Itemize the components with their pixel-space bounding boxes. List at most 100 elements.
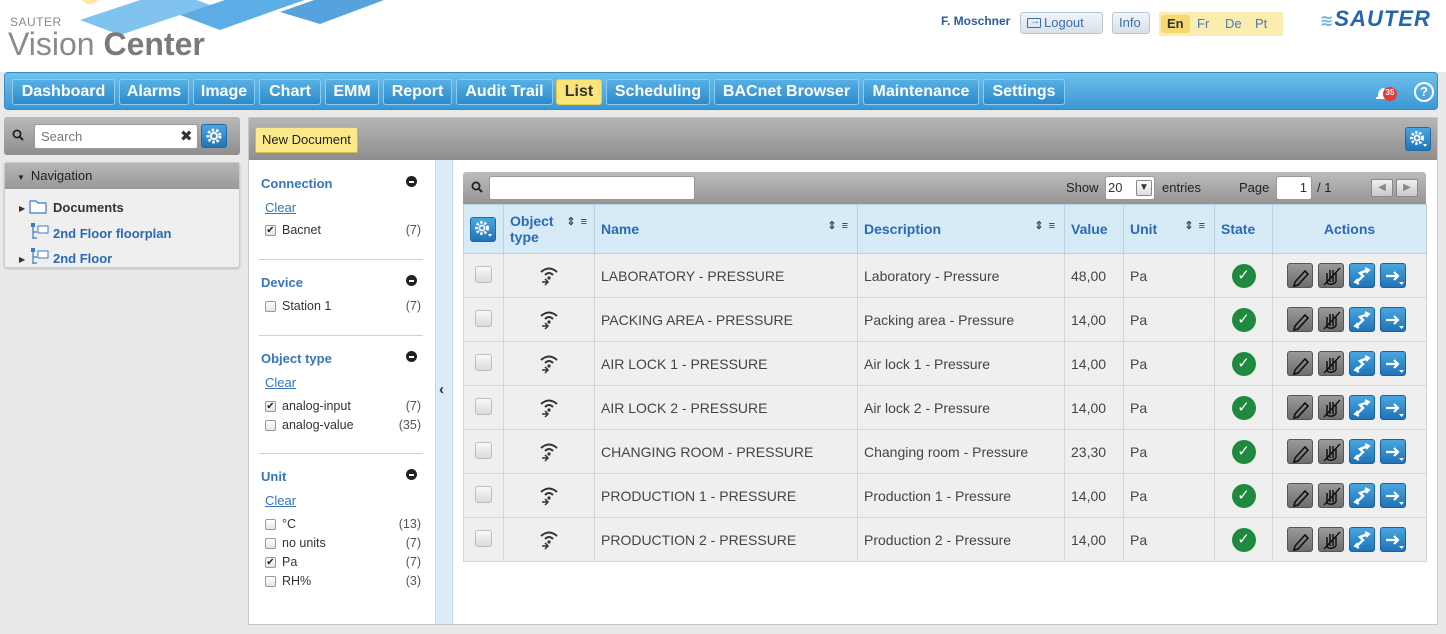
sort-icon[interactable]: ⇕ ≡ bbox=[827, 219, 849, 232]
trend-button[interactable] bbox=[1349, 483, 1375, 508]
main-settings-button[interactable] bbox=[1405, 127, 1431, 151]
collapse-icon[interactable] bbox=[406, 275, 417, 286]
row-checkbox[interactable] bbox=[475, 441, 492, 459]
lang-de[interactable]: De bbox=[1219, 15, 1248, 33]
trend-button[interactable] bbox=[1349, 351, 1375, 376]
manual-override-button[interactable] bbox=[1318, 263, 1344, 288]
row-checkbox[interactable] bbox=[475, 353, 492, 371]
tab-audit-trail[interactable]: Audit Trail bbox=[456, 79, 553, 105]
filter-option[interactable]: no units (7) bbox=[265, 535, 421, 551]
navigate-button[interactable] bbox=[1380, 527, 1406, 552]
filter-option[interactable]: ✔ Pa (7) bbox=[265, 554, 421, 570]
checkbox-checked[interactable]: ✔ bbox=[265, 557, 276, 568]
checkbox-unchecked[interactable] bbox=[265, 519, 276, 530]
tab-alarms[interactable]: Alarms bbox=[119, 79, 189, 105]
manual-override-button[interactable] bbox=[1318, 439, 1344, 464]
lang-en[interactable]: En bbox=[1161, 15, 1190, 33]
edit-button[interactable] bbox=[1287, 263, 1313, 288]
filter-clear-link[interactable]: Clear bbox=[265, 493, 296, 508]
manual-override-button[interactable] bbox=[1318, 351, 1344, 376]
tab-chart[interactable]: Chart bbox=[259, 79, 321, 105]
table-row[interactable]: PRODUCTION 2 - PRESSURE Production 2 - Pr… bbox=[463, 517, 1427, 562]
collapse-icon[interactable] bbox=[406, 351, 417, 362]
filter-option[interactable]: °C (13) bbox=[265, 516, 421, 532]
tab-scheduling[interactable]: Scheduling bbox=[606, 79, 710, 105]
checkbox-checked[interactable]: ✔ bbox=[265, 225, 276, 236]
filter-option[interactable]: ✔ analog-input (7) bbox=[265, 398, 421, 414]
manual-override-button[interactable] bbox=[1318, 483, 1344, 508]
edit-button[interactable] bbox=[1287, 439, 1313, 464]
filter-option[interactable]: ✔ Bacnet (7) bbox=[265, 222, 421, 238]
navigate-button[interactable] bbox=[1380, 483, 1406, 508]
navigate-button[interactable] bbox=[1380, 351, 1406, 376]
entries-select[interactable]: 20 ▼ bbox=[1105, 176, 1155, 200]
table-row[interactable]: PRODUCTION 1 - PRESSURE Production 1 - Pr… bbox=[463, 473, 1427, 518]
navigation-header[interactable]: ▼ Navigation bbox=[5, 163, 239, 189]
table-row[interactable]: CHANGING ROOM - PRESSURE Changing room - … bbox=[463, 429, 1427, 474]
tree-item-2nd-floor[interactable]: ▶ 2nd Floor bbox=[19, 248, 219, 269]
checkbox-checked[interactable]: ✔ bbox=[265, 401, 276, 412]
tree-item-documents[interactable]: ▶ Documents bbox=[19, 200, 219, 218]
table-row[interactable]: AIR LOCK 1 - PRESSURE Air lock 1 - Pressu… bbox=[463, 341, 1427, 386]
column-header-description[interactable]: Description ⇕ ≡ bbox=[857, 204, 1065, 254]
sidebar-settings-button[interactable] bbox=[201, 124, 227, 148]
row-checkbox[interactable] bbox=[475, 397, 492, 415]
edit-button[interactable] bbox=[1287, 483, 1313, 508]
table-row[interactable]: LABORATORY - PRESSURE Laboratory - Pressu… bbox=[463, 253, 1427, 298]
sidebar-search-input[interactable] bbox=[34, 124, 198, 149]
trend-button[interactable] bbox=[1349, 307, 1375, 332]
navigate-button[interactable] bbox=[1380, 395, 1406, 420]
trend-button[interactable] bbox=[1349, 263, 1375, 288]
row-checkbox[interactable] bbox=[475, 309, 492, 327]
column-settings-button[interactable] bbox=[470, 216, 496, 242]
clear-search-icon[interactable]: ✖ bbox=[180, 127, 193, 145]
trend-button[interactable] bbox=[1349, 439, 1375, 464]
navigate-button[interactable] bbox=[1380, 263, 1406, 288]
new-document-button[interactable]: New Document bbox=[255, 127, 358, 153]
filter-clear-link[interactable]: Clear bbox=[265, 375, 296, 390]
tab-dashboard[interactable]: Dashboard bbox=[12, 79, 115, 105]
sort-icon[interactable]: ⇕ ≡ bbox=[566, 214, 588, 230]
trend-button[interactable] bbox=[1349, 395, 1375, 420]
manual-override-button[interactable] bbox=[1318, 307, 1344, 332]
filter-panel-collapse-handle[interactable]: ‹ bbox=[435, 160, 453, 624]
column-header-name[interactable]: Name ⇕ ≡ bbox=[594, 204, 858, 254]
lang-fr[interactable]: Fr bbox=[1191, 15, 1215, 33]
checkbox-unchecked[interactable] bbox=[265, 301, 276, 312]
edit-button[interactable] bbox=[1287, 351, 1313, 376]
help-button[interactable]: ? bbox=[1414, 82, 1434, 102]
column-header-object-type[interactable]: Object type ⇕ ≡ bbox=[503, 204, 595, 254]
edit-button[interactable] bbox=[1287, 307, 1313, 332]
tree-expand-icon[interactable]: ▶ bbox=[19, 201, 25, 217]
column-header-value[interactable]: Value bbox=[1064, 204, 1124, 254]
filter-option[interactable]: Station 1 (7) bbox=[265, 298, 421, 314]
tree-item-2nd-floor-floorplan[interactable]: 2nd Floor floorplan bbox=[19, 223, 229, 244]
prev-page-button[interactable]: ◀ bbox=[1371, 179, 1393, 197]
tab-bacnet-browser[interactable]: BACnet Browser bbox=[714, 79, 859, 105]
edit-button[interactable] bbox=[1287, 395, 1313, 420]
page-number-input[interactable]: 1 bbox=[1276, 176, 1312, 200]
manual-override-button[interactable] bbox=[1318, 527, 1344, 552]
collapse-icon[interactable] bbox=[406, 176, 417, 187]
sort-icon[interactable]: ⇕ ≡ bbox=[1034, 219, 1056, 232]
column-settings-header[interactable] bbox=[463, 204, 504, 254]
row-checkbox[interactable] bbox=[475, 485, 492, 503]
sort-icon[interactable]: ⇕ ≡ bbox=[1184, 219, 1206, 232]
tab-list[interactable]: List bbox=[556, 79, 602, 105]
filter-option[interactable]: analog-value (35) bbox=[265, 417, 421, 433]
table-row[interactable]: PACKING AREA - PRESSURE Packing area - Pr… bbox=[463, 297, 1427, 342]
tab-settings[interactable]: Settings bbox=[983, 79, 1065, 105]
tab-emm[interactable]: EMM bbox=[325, 79, 379, 105]
lang-pt[interactable]: Pt bbox=[1249, 15, 1273, 33]
next-page-button[interactable]: ▶ bbox=[1396, 179, 1418, 197]
logout-button[interactable]: → Logout bbox=[1020, 12, 1103, 34]
table-row[interactable]: AIR LOCK 2 - PRESSURE Air lock 2 - Pressu… bbox=[463, 385, 1427, 430]
edit-button[interactable] bbox=[1287, 527, 1313, 552]
navigate-button[interactable] bbox=[1380, 307, 1406, 332]
row-checkbox[interactable] bbox=[475, 529, 492, 547]
collapse-icon[interactable] bbox=[406, 469, 417, 480]
column-header-state[interactable]: State bbox=[1214, 204, 1273, 254]
filter-clear-link[interactable]: Clear bbox=[265, 200, 296, 215]
checkbox-unchecked[interactable] bbox=[265, 420, 276, 431]
tree-expand-icon[interactable]: ▶ bbox=[19, 252, 25, 268]
